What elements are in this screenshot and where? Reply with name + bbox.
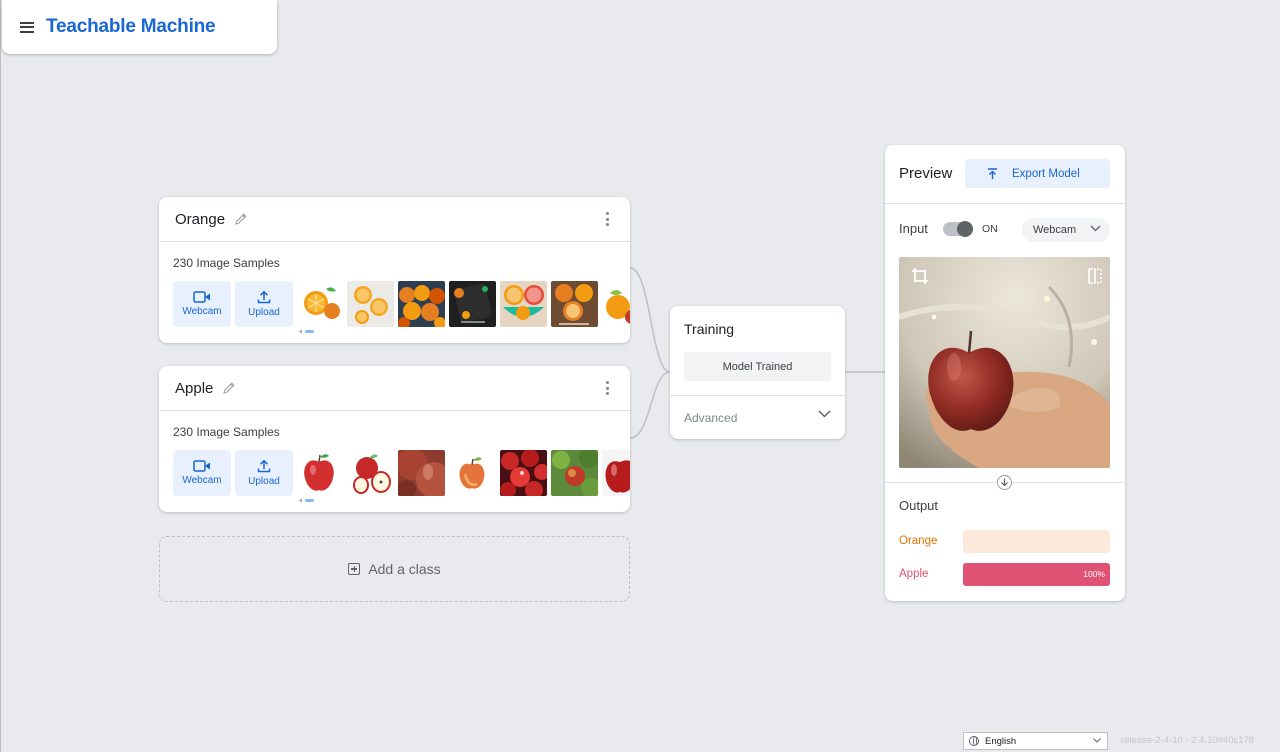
input-source-value: Webcam <box>1033 224 1077 236</box>
more-options-icon[interactable] <box>604 212 610 228</box>
flip-camera-icon[interactable] <box>1086 267 1104 285</box>
webcam-label: Webcam <box>182 306 222 317</box>
input-source-select[interactable]: Webcam <box>1022 218 1110 242</box>
training-title: Training <box>684 321 735 337</box>
upload-icon <box>257 459 271 473</box>
toggle-knob <box>957 221 973 237</box>
thumbnail-orange-leaf[interactable] <box>602 281 630 327</box>
upload-icon <box>257 290 271 304</box>
thumbnail-red-apple-partial[interactable] <box>602 450 630 496</box>
release-version: release-2-4-10 - 2.4.10#40c178 <box>1121 735 1255 746</box>
thumbnail-oranges-dark-board[interactable] <box>449 281 496 327</box>
thumbnail-red-apples-pile[interactable] <box>500 450 547 496</box>
thumbnail-apples-on-tree[interactable] <box>551 450 598 496</box>
more-options-icon[interactable] <box>604 381 610 397</box>
thumbnail-oranges-wood[interactable] <box>551 281 598 327</box>
crop-icon[interactable] <box>911 267 929 285</box>
output-row-orange: Orange <box>899 529 1110 553</box>
class-card-orange: Orange 230 Image Samples Webcam Upload <box>159 197 630 343</box>
sample-thumbnails <box>296 281 630 327</box>
class-card-header: Apple <box>159 366 630 411</box>
upload-button[interactable]: Upload <box>235 281 293 327</box>
language-value: English <box>985 735 1017 747</box>
output-class-name: Orange <box>899 535 938 547</box>
app-header: Teachable Machine <box>2 0 277 54</box>
advanced-toggle[interactable]: Advanced <box>670 396 845 439</box>
preview-title: Preview <box>899 165 953 182</box>
thumbnail-scrollbar[interactable] <box>299 329 319 334</box>
confidence-percent: 100% <box>1083 568 1105 579</box>
thumbnail-orange-halves[interactable] <box>347 281 394 327</box>
language-select[interactable]: English <box>963 732 1108 750</box>
edit-pencil-icon[interactable] <box>222 381 236 395</box>
preview-card: Preview Export Model Input ON Webcam Out… <box>885 145 1125 601</box>
thumbnail-orange-pile[interactable] <box>398 281 445 327</box>
webcam-button[interactable]: Webcam <box>173 450 231 496</box>
confidence-bar: 100% <box>963 562 1110 586</box>
upload-label: Upload <box>248 476 280 487</box>
class-name[interactable]: Orange <box>175 211 225 228</box>
class-card-apple: Apple 230 Image Samples Webcam Upload <box>159 366 630 512</box>
advanced-label: Advanced <box>684 410 738 425</box>
thumbnail-single-apple[interactable] <box>449 450 496 496</box>
add-box-icon <box>348 563 361 575</box>
toggle-state: ON <box>982 223 998 235</box>
webcam-preview <box>899 257 1110 468</box>
video-camera-icon <box>193 460 210 472</box>
add-class-button[interactable]: Add a class <box>159 536 630 602</box>
webcam-label: Webcam <box>182 475 222 486</box>
upload-label: Upload <box>248 307 280 318</box>
sample-thumbnails <box>296 450 630 496</box>
training-card: Training Model Trained Advanced <box>670 306 845 439</box>
divider <box>885 203 1125 204</box>
globe-icon <box>969 736 979 746</box>
thumbnail-apple-closeup[interactable] <box>398 450 445 496</box>
app-logo[interactable]: Teachable Machine <box>46 16 216 38</box>
thumbnail-scrollbar[interactable] <box>299 498 319 503</box>
chevron-down-icon <box>1090 225 1101 232</box>
add-class-label: Add a class <box>368 561 441 577</box>
edit-pencil-icon[interactable] <box>234 212 248 226</box>
export-model-label: Export Model <box>1012 167 1080 180</box>
webcam-button[interactable]: Webcam <box>173 281 231 327</box>
chevron-down-icon <box>818 410 831 418</box>
arrow-down-icon <box>997 475 1012 490</box>
train-model-button[interactable]: Model Trained <box>684 352 831 381</box>
export-upload-icon <box>988 167 997 179</box>
hamburger-menu-icon[interactable] <box>20 21 34 33</box>
class-name[interactable]: Apple <box>175 380 213 397</box>
confidence-bar <box>963 529 1110 553</box>
thumbnail-apple-halves[interactable] <box>347 450 394 496</box>
sample-count: 230 Image Samples <box>173 256 280 270</box>
input-toggle[interactable] <box>943 221 973 237</box>
input-label: Input <box>899 221 928 236</box>
class-card-header: Orange <box>159 197 630 242</box>
export-model-button[interactable]: Export Model <box>965 159 1110 188</box>
thumbnail-red-apple[interactable] <box>296 450 343 496</box>
output-row-apple: Apple 100% <box>899 562 1110 586</box>
thumbnail-orange-bowl[interactable] <box>500 281 547 327</box>
sample-count: 230 Image Samples <box>173 425 280 439</box>
thumbnail-orange-slices[interactable] <box>296 281 343 327</box>
output-label: Output <box>899 498 939 513</box>
chevron-down-icon <box>1093 738 1101 743</box>
output-class-name: Apple <box>899 568 929 580</box>
video-camera-icon <box>193 291 210 303</box>
upload-button[interactable]: Upload <box>235 450 293 496</box>
